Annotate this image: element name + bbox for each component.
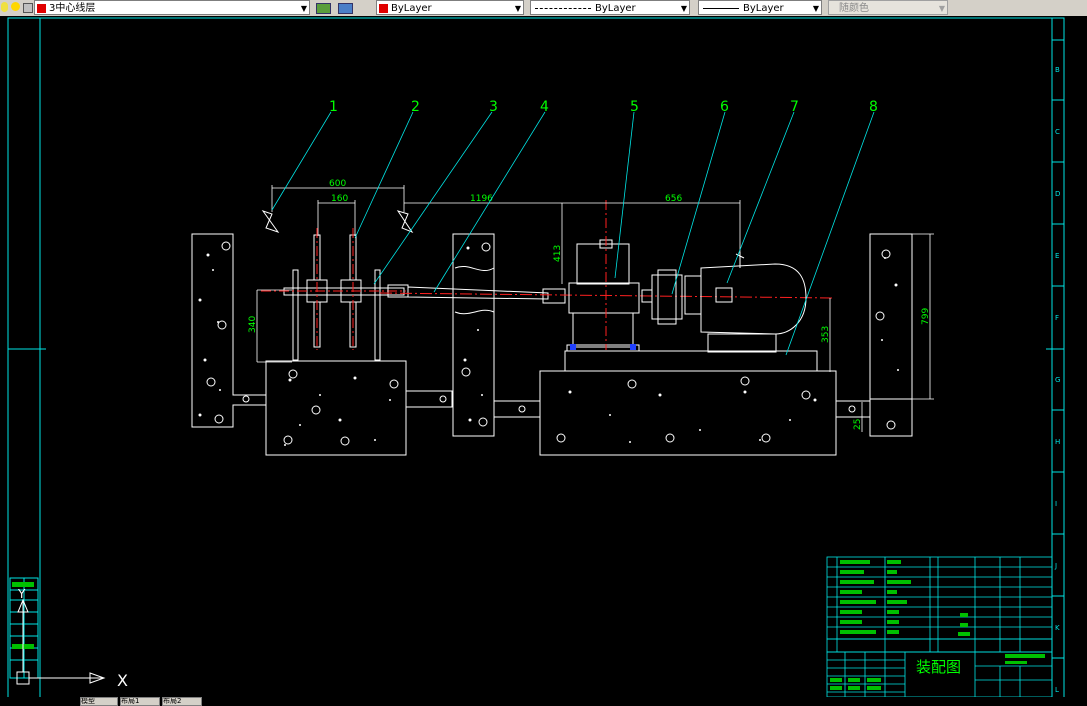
zone-letter: L	[1055, 686, 1059, 694]
dim-340: 340	[248, 316, 258, 333]
dim-1196: 1196	[470, 194, 493, 204]
drawing-canvas[interactable]: B C D E F G H I J K L 600 160 1196 656 4…	[0, 16, 1087, 697]
lineweight-label: ByLayer	[743, 3, 784, 14]
layer-previous-icon[interactable]	[336, 0, 354, 15]
drawing-title: 装配图	[916, 658, 961, 676]
lightbulb-icon[interactable]	[1, 2, 8, 12]
zone-letter: C	[1055, 128, 1060, 136]
balloon-4: 4	[540, 99, 549, 115]
zone-letter: K	[1055, 624, 1060, 632]
balloon-7: 7	[790, 99, 799, 115]
linetype-label: ByLayer	[595, 3, 636, 14]
dim-413: 413	[553, 245, 563, 262]
tab-layout2[interactable]: 布局2	[162, 697, 202, 706]
zone-letter: J	[1054, 562, 1057, 570]
chevron-down-icon[interactable]: ▼	[301, 1, 307, 16]
dim-799: 799	[921, 308, 931, 325]
layer-color-swatch	[37, 3, 46, 13]
zone-letter: F	[1055, 314, 1059, 322]
zone-letter: D	[1055, 190, 1060, 198]
dim-600: 600	[329, 179, 346, 189]
ucs-x-label: X	[117, 671, 128, 690]
chevron-down-icon[interactable]: ▼	[515, 1, 521, 16]
color-label: ByLayer	[391, 3, 432, 14]
plotstyle-control-dropdown[interactable]: 随颜色 ▼	[828, 0, 948, 15]
chevron-down-icon[interactable]: ▼	[681, 1, 687, 16]
layer-dropdown[interactable]: 3中心线层 ▼	[34, 0, 310, 15]
layer-name: 3中心线层	[49, 3, 96, 14]
linetype-sample-icon	[535, 7, 591, 9]
color-control-dropdown[interactable]: ByLayer ▼	[376, 0, 524, 15]
dim-353: 353	[821, 326, 831, 343]
layout-tabs: 模型 布局1 布局2	[80, 697, 210, 706]
chevron-down-icon[interactable]: ▼	[813, 1, 819, 16]
balloon-5: 5	[630, 99, 639, 115]
lineweight-sample-icon	[703, 7, 739, 9]
dim-656: 656	[665, 194, 682, 204]
lock-icon[interactable]	[22, 0, 33, 15]
zone-letter: B	[1055, 66, 1060, 74]
zone-letter: I	[1055, 500, 1057, 508]
zone-letter: G	[1055, 376, 1060, 384]
make-layer-current-icon[interactable]	[314, 0, 332, 15]
layer-state-icons[interactable]	[0, 0, 8, 15]
balloon-6: 6	[720, 99, 729, 115]
balloon-2: 2	[411, 99, 420, 115]
ucs-y-label: Y	[17, 587, 26, 601]
sun-icon[interactable]	[10, 0, 20, 15]
zone-letter: E	[1055, 252, 1059, 260]
dim-160: 160	[331, 194, 348, 204]
zone-letter: H	[1055, 438, 1060, 446]
dim-25: 25	[853, 419, 863, 430]
lineweight-control-dropdown[interactable]: ByLayer ▼	[698, 0, 822, 15]
chevron-down-icon[interactable]: ▼	[939, 1, 945, 16]
plotstyle-label: 随颜色	[839, 3, 869, 14]
balloon-1: 1	[329, 99, 338, 115]
linetype-control-dropdown[interactable]: ByLayer ▼	[530, 0, 690, 15]
properties-toolbar: 3中心线层 ▼ ByLayer ▼ ByLayer ▼ ByLayer ▼ 随颜…	[0, 0, 1087, 17]
color-swatch	[379, 3, 388, 13]
balloon-3: 3	[489, 99, 498, 115]
balloon-8: 8	[869, 99, 878, 115]
tab-layout1[interactable]: 布局1	[120, 697, 160, 706]
tab-model[interactable]: 模型	[80, 697, 118, 706]
